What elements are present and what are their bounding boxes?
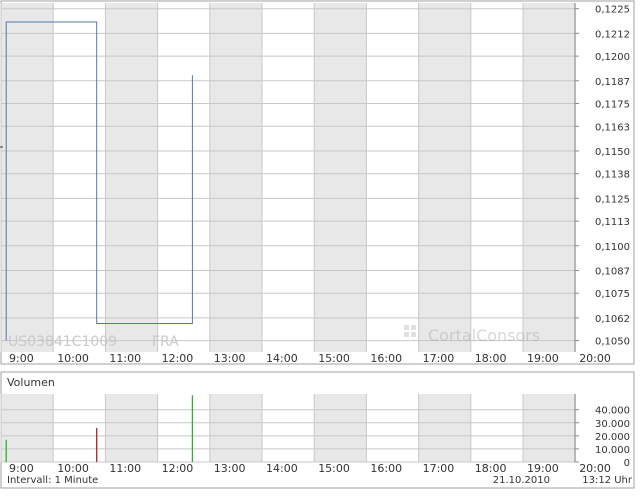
price-y-tick-label: 0,1087 bbox=[595, 266, 630, 277]
hour-band bbox=[105, 394, 158, 462]
x-tick-label: 20:00 bbox=[579, 462, 611, 475]
hour-band bbox=[105, 3, 158, 352]
price-y-axis: 0,1050 0,1062 0,1075 0,1087 0,1100 0,1113 0,11… bbox=[595, 5, 630, 348]
x-tick-label: 16:00 bbox=[370, 352, 402, 365]
price-y-tick-label: 0,1075 bbox=[595, 289, 630, 300]
hour-band bbox=[523, 394, 576, 462]
hour-band bbox=[314, 3, 367, 352]
price-volume-chart: US03841C1009 FRA CortalConsors 0,10500,1… bbox=[0, 0, 635, 489]
price-y-tick-label: 0,1175 bbox=[595, 100, 630, 111]
x-tick-label: 9:00 bbox=[9, 352, 34, 365]
x-tick-label: 20:00 bbox=[579, 352, 611, 365]
volume-y-tick-label: 20.000 bbox=[595, 432, 630, 443]
volume-title: Volumen bbox=[7, 376, 55, 389]
interval-label: Intervall: 1 Minute bbox=[7, 475, 98, 486]
instrument-id-watermark: US03841C1009 bbox=[8, 334, 117, 350]
x-tick-label: 14:00 bbox=[266, 462, 298, 475]
x-tick-label: 15:00 bbox=[318, 352, 350, 365]
x-tick-label: 12:00 bbox=[162, 352, 194, 365]
exchange-watermark: FRA bbox=[152, 334, 179, 350]
price-y-tick-label: 0,1062 bbox=[595, 314, 630, 325]
price-y-tick-label: 0,1113 bbox=[595, 217, 630, 228]
price-y-tick-label: 0,1163 bbox=[595, 122, 630, 133]
x-tick-label: 10:00 bbox=[57, 462, 89, 475]
hour-band bbox=[209, 394, 262, 462]
footer-date: 21.10.2010 bbox=[493, 475, 550, 486]
price-y-tick-label: 0,1150 bbox=[595, 147, 630, 158]
x-tick-label: 14:00 bbox=[266, 352, 298, 365]
hour-band bbox=[1, 394, 54, 462]
x-tick-label: 17:00 bbox=[423, 352, 455, 365]
x-tick-label: 15:00 bbox=[318, 462, 350, 475]
price-y-tick-label: 0,1225 bbox=[595, 5, 630, 16]
hour-band bbox=[418, 3, 471, 352]
watermark-text: CortalConsors bbox=[428, 326, 540, 345]
hour-band bbox=[418, 394, 471, 462]
price-y-tick-label: 0,1125 bbox=[595, 194, 630, 205]
hour-band bbox=[523, 3, 576, 352]
hour-band bbox=[209, 3, 262, 352]
chart-root: US03841C1009 FRA CortalConsors 0,1050 0,1… bbox=[0, 0, 640, 492]
hour-band bbox=[1, 3, 54, 352]
x-tick-label: 11:00 bbox=[109, 352, 141, 365]
x-tick-label: 19:00 bbox=[527, 352, 559, 365]
x-tick-label: 13:00 bbox=[214, 462, 246, 475]
volume-y-tick-label: 40.000 bbox=[595, 406, 630, 417]
x-tick-label: 11:00 bbox=[109, 462, 141, 475]
x-tick-label: 12:00 bbox=[162, 462, 194, 475]
price-y-tick-label: 0,1138 bbox=[595, 170, 630, 181]
volume-y-tick-label: 10.000 bbox=[595, 445, 630, 456]
x-tick-label: 18:00 bbox=[475, 462, 507, 475]
price-y-tick-label: 0,1100 bbox=[595, 242, 630, 253]
x-tick-label: 9:00 bbox=[9, 462, 34, 475]
x-tick-label: 17:00 bbox=[423, 462, 455, 475]
volume-y-tick-label: 30.000 bbox=[595, 419, 630, 430]
footer-time: 13:12 Uhr bbox=[582, 475, 633, 486]
x-tick-label: 16:00 bbox=[370, 462, 402, 475]
price-y-tick-label: 0,1050 bbox=[595, 337, 630, 348]
x-tick-label: 19:00 bbox=[527, 462, 559, 475]
price-y-tick-label: 0,1212 bbox=[595, 29, 630, 40]
price-y-tick-label: 0,1200 bbox=[595, 52, 630, 63]
x-tick-label: 10:00 bbox=[57, 352, 89, 365]
x-tick-label: 18:00 bbox=[475, 352, 507, 365]
hour-band bbox=[314, 394, 367, 462]
x-tick-label: 13:00 bbox=[214, 352, 246, 365]
price-y-tick-label: 0,1187 bbox=[595, 77, 630, 88]
volume-y-tick-label: 0 bbox=[624, 458, 630, 469]
